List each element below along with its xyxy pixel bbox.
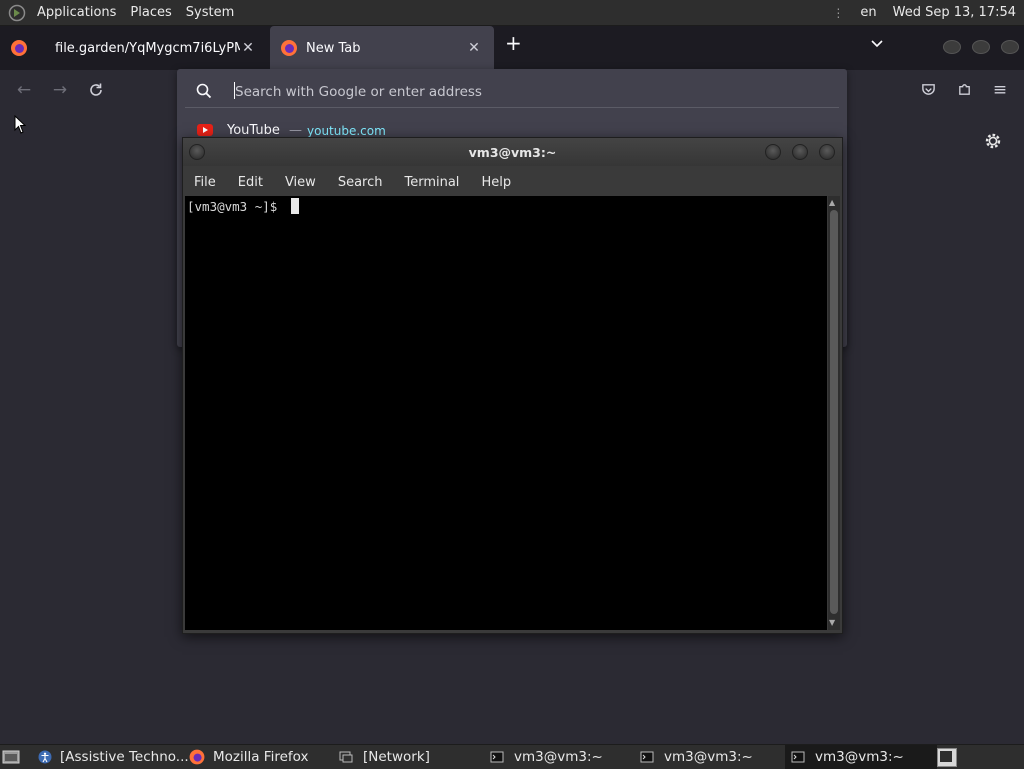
menu-file[interactable]: File (183, 175, 227, 190)
menu-search[interactable]: Search (327, 175, 394, 190)
taskbar-item-label: vm3@vm3:~ (815, 749, 904, 765)
terminal-window[interactable]: vm3@vm3:~ File Edit View Search Terminal… (182, 137, 843, 634)
tab-file-garden[interactable]: file.garden/YqMygcm7i6LyPMSi ✕ (0, 26, 270, 70)
show-desktop-icon[interactable] (2, 748, 20, 766)
taskbar-item-label: vm3@vm3:~ (664, 749, 753, 765)
firefox-icon (11, 40, 27, 56)
taskbar-item-label: Mozilla Firefox (213, 749, 309, 765)
top-panel: Applications Places System ⋮ en Wed Sep … (0, 0, 1024, 26)
taskbar-item-label: [Network] (363, 749, 430, 765)
firefox-tab-bar: file.garden/YqMygcm7i6LyPMSi ✕ New Tab ✕… (0, 26, 1024, 70)
suggestion-separator: — (289, 123, 302, 138)
address-bar-placeholder: Search with Google or enter address (235, 84, 482, 100)
minimize-button[interactable] (765, 144, 781, 160)
firefox-icon (189, 749, 205, 765)
maximize-window-button[interactable] (972, 40, 990, 54)
tab-label: file.garden/YqMygcm7i6LyPMSi (55, 40, 240, 56)
close-tab-icon[interactable]: ✕ (240, 40, 256, 56)
keyboard-layout-indicator[interactable]: en (852, 5, 884, 20)
terminal-icon (791, 751, 805, 763)
menu-terminal[interactable]: Terminal (393, 175, 470, 190)
mouse-pointer-icon (14, 115, 26, 134)
taskbar-item-terminal-3[interactable]: vm3@vm3:~ (785, 745, 937, 769)
reload-icon[interactable] (85, 79, 107, 101)
terminal-title: vm3@vm3:~ (468, 145, 557, 160)
firefox-icon (281, 40, 297, 56)
gear-icon[interactable] (983, 131, 1003, 151)
maximize-button[interactable] (792, 144, 808, 160)
menu-view[interactable]: View (274, 175, 327, 190)
tray-handle-icon[interactable]: ⋮ (824, 6, 852, 20)
back-arrow-icon[interactable]: ← (13, 79, 35, 101)
close-tab-icon[interactable]: ✕ (466, 40, 482, 56)
scrollbar-thumb[interactable] (830, 210, 838, 614)
menu-help[interactable]: Help (470, 175, 522, 190)
extensions-puzzle-icon[interactable] (953, 79, 975, 101)
terminal-scrollbar[interactable]: ▲ ▼ (828, 196, 840, 630)
youtube-icon (197, 124, 213, 136)
terminal-menubar: File Edit View Search Terminal Help (183, 168, 842, 196)
places-menu[interactable]: Places (123, 0, 178, 25)
terminal-titlebar[interactable]: vm3@vm3:~ (183, 138, 842, 166)
terminal-icon (640, 751, 654, 763)
minimize-window-button[interactable] (943, 40, 961, 54)
clock[interactable]: Wed Sep 13, 17:54 (885, 5, 1024, 20)
applications-menu[interactable]: Applications (30, 0, 123, 25)
bottom-taskbar: [Assistive Techno... Mozilla Firefox [Ne… (0, 744, 1024, 769)
taskbar-item-network[interactable]: [Network] (339, 745, 430, 769)
list-all-tabs-chevron-down-icon[interactable] (870, 36, 884, 54)
accessibility-icon (38, 750, 52, 764)
system-menu[interactable]: System (179, 0, 241, 25)
shell-prompt: [vm3@vm3 ~]$ (187, 199, 285, 214)
suggestion-url: youtube.com (307, 124, 386, 138)
distro-logo-icon[interactable] (8, 4, 26, 22)
suggestion-title: YouTube (227, 123, 280, 138)
terminal-output[interactable]: [vm3@vm3 ~]$ (185, 196, 827, 630)
terminal-cursor (291, 198, 299, 214)
close-window-button[interactable] (1001, 40, 1019, 54)
taskbar-item-label: vm3@vm3:~ (514, 749, 603, 765)
close-button[interactable] (819, 144, 835, 160)
search-icon (196, 83, 212, 99)
taskbar-item-label: [Assistive Techno... (60, 749, 189, 765)
scroll-down-arrow-icon[interactable]: ▼ (829, 618, 835, 627)
workspace-switcher[interactable] (937, 748, 957, 767)
taskbar-item-terminal-2[interactable]: vm3@vm3:~ (640, 745, 753, 769)
taskbar-item-assistive-technologies[interactable]: [Assistive Techno... (38, 745, 189, 769)
taskbar-item-firefox[interactable]: Mozilla Firefox (189, 745, 309, 769)
tab-label: New Tab (306, 40, 361, 56)
window-icon (339, 751, 353, 763)
tab-new-tab[interactable]: New Tab ✕ (270, 26, 494, 70)
menu-edit[interactable]: Edit (227, 175, 274, 190)
panel-tray: ⋮ en Wed Sep 13, 17:54 (824, 0, 1024, 25)
address-bar[interactable]: Search with Google or enter address (185, 73, 839, 108)
scroll-up-arrow-icon[interactable]: ▲ (829, 198, 835, 207)
taskbar-item-terminal-1[interactable]: vm3@vm3:~ (490, 745, 603, 769)
new-tab-button[interactable]: + (505, 31, 522, 55)
forward-arrow-icon[interactable]: → (49, 79, 71, 101)
terminal-icon (490, 751, 504, 763)
hamburger-menu-icon[interactable]: ≡ (989, 79, 1011, 101)
pocket-icon[interactable] (917, 79, 939, 101)
